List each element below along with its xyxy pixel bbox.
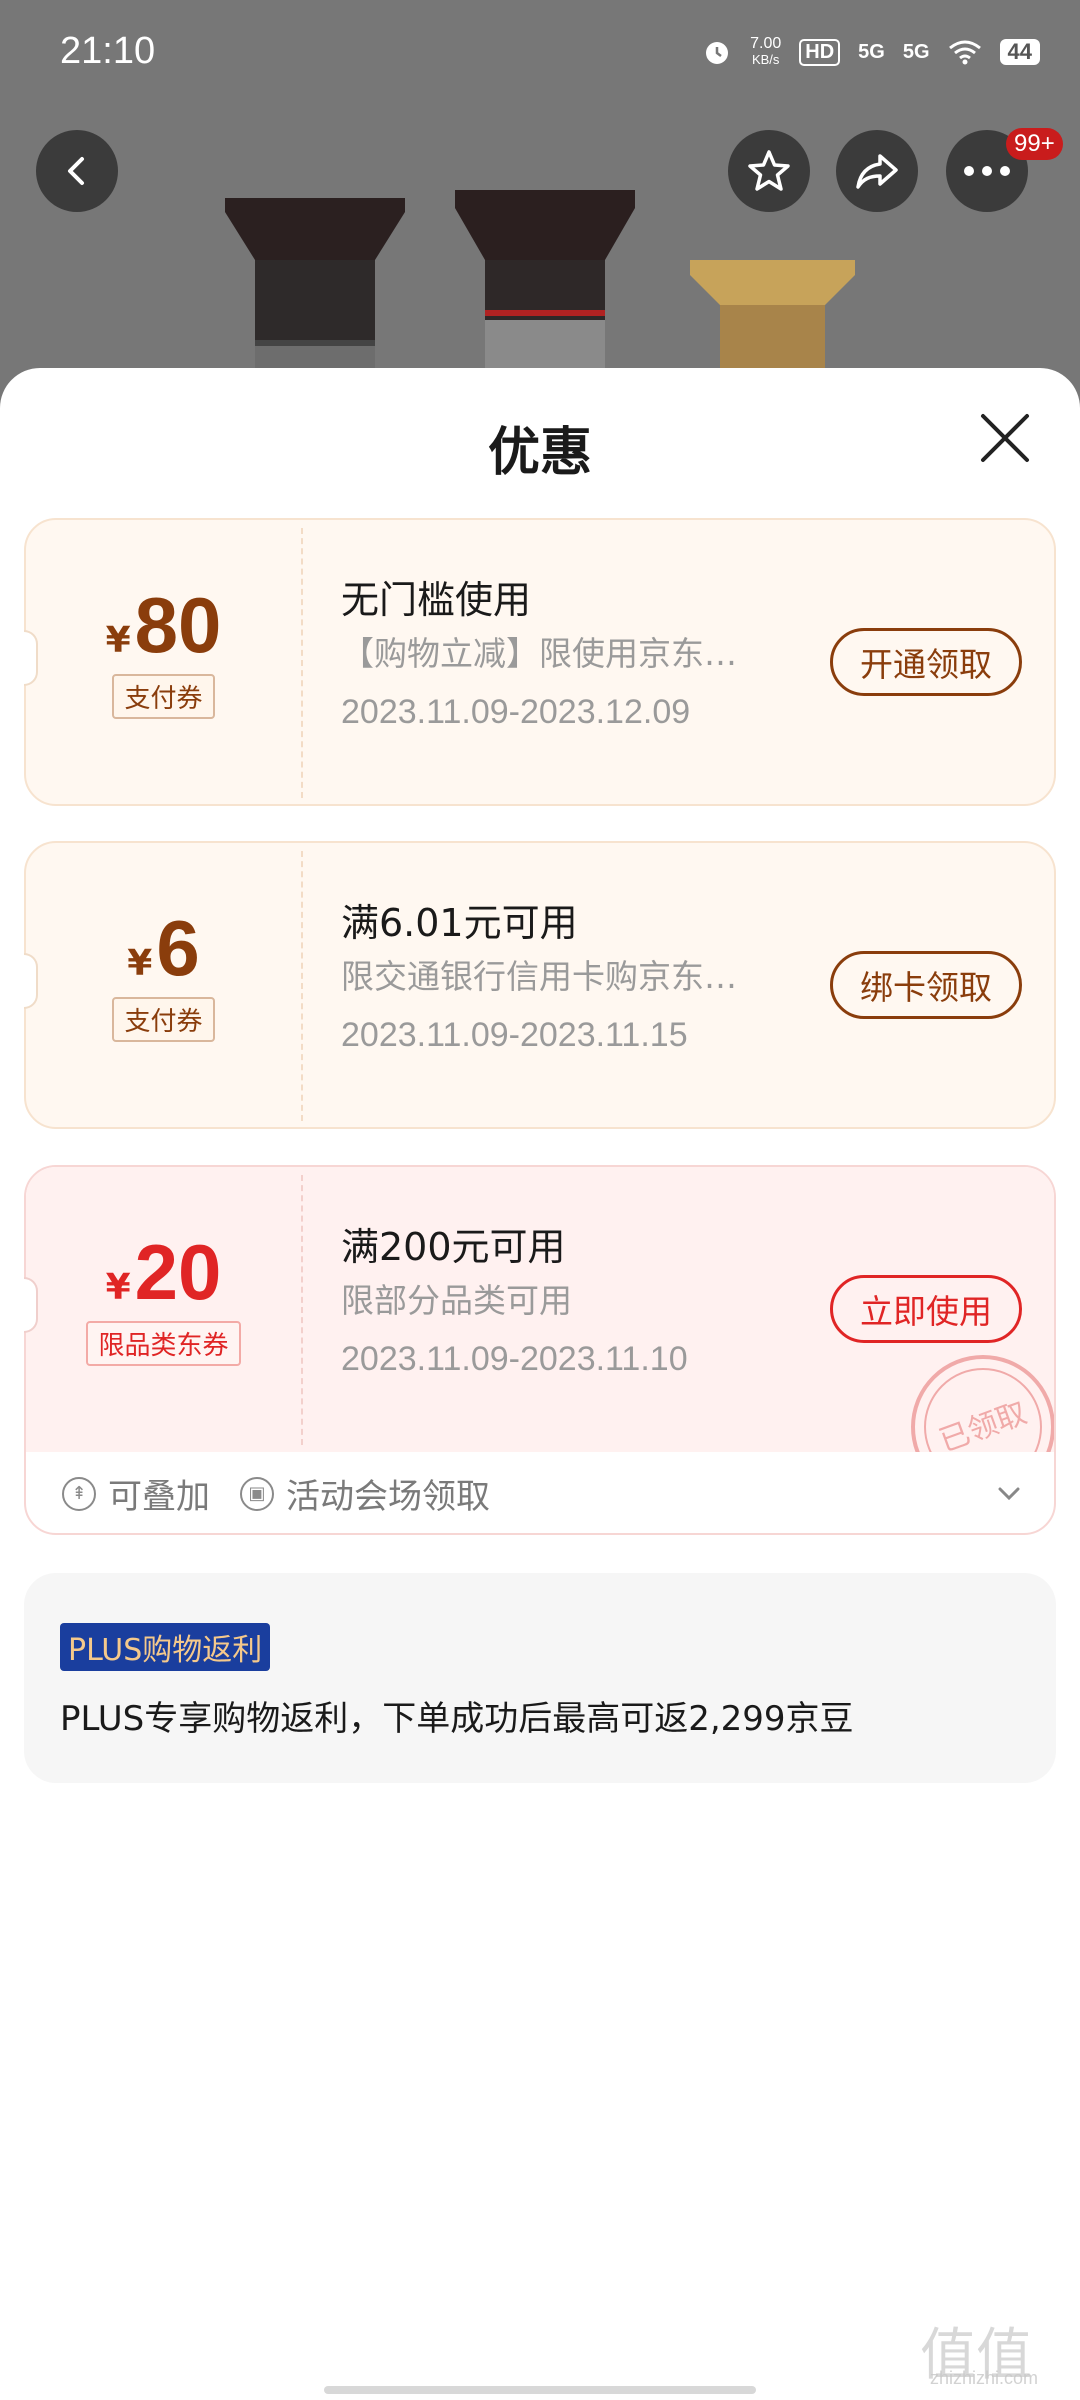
more-icon <box>964 166 1010 176</box>
coupon-amount: ¥ 6 支付券 <box>26 903 301 1042</box>
favorite-button[interactable] <box>728 130 810 212</box>
stack-icon: ⇞ <box>62 1476 96 1511</box>
currency-symbol: ¥ <box>105 620 131 661</box>
battery-icon: 44 <box>999 39 1040 65</box>
coupon-divider <box>301 851 303 1121</box>
back-arrow-icon <box>68 157 84 185</box>
coupon-info: 无门槛使用 【购物立减】限使用京东… 2023.11.09-2023.12.09 <box>341 574 771 742</box>
coupon-desc: 【购物立减】限使用京东… <box>341 634 737 673</box>
coupon-date: 2023.11.09-2023.12.09 <box>341 693 691 731</box>
coupon-type-tag: 支付券 <box>112 674 215 719</box>
coupon-card: ¥ 6 支付券 满6.01元可用 限交通银行信用卡购京东… 2023.11.09… <box>24 841 1056 1129</box>
coupon-date: 2023.11.09-2023.11.10 <box>341 1340 688 1378</box>
feature-label: 可叠加 <box>108 1477 210 1517</box>
feature-label: 活动会场领取 <box>286 1477 490 1517</box>
wifi-icon <box>948 40 981 65</box>
close-icon[interactable] <box>975 408 1035 468</box>
ticket-icon: ▣ <box>240 1476 274 1511</box>
coupon-info: 满200元可用 限部分品类可用 2023.11.09-2023.11.10 <box>341 1221 771 1389</box>
coupon-divider <box>301 528 303 798</box>
chevron-down-icon[interactable] <box>994 1478 1024 1508</box>
star-icon <box>748 150 790 191</box>
coupon-value: 20 <box>134 1228 222 1316</box>
signal-5g-icon-2: 5G <box>902 40 930 63</box>
coupon-features[interactable]: ⇞ 可叠加 ▣ 活动会场领取 <box>26 1452 1054 1535</box>
signal-5g-icon-1: 5G <box>858 40 885 63</box>
coupon-info: 满6.01元可用 限交通银行信用卡购京东… 2023.11.09-2023.11… <box>341 897 771 1065</box>
status-time: 21:10 <box>60 30 156 72</box>
feature-event-venue: ▣ 活动会场领取 <box>240 1469 490 1518</box>
claim-button[interactable]: 开通领取 <box>830 628 1022 696</box>
coupon-desc: 限交通银行信用卡购京东… <box>341 957 737 996</box>
coupon-title: 满200元可用 <box>341 1225 566 1269</box>
coupon-type-tag: 限品类东券 <box>86 1321 241 1366</box>
message-badge: 99+ <box>1006 128 1063 160</box>
home-indicator[interactable] <box>324 2386 756 2394</box>
back-button[interactable] <box>36 130 118 212</box>
coupon-value: 80 <box>134 581 222 669</box>
product-image-area: 21:10 7.00 KB/s HD 5G 5G 44 99+ <box>0 0 1080 420</box>
currency-symbol: ¥ <box>105 1267 131 1308</box>
claimed-stamp: 已领取 <box>911 1355 1054 1452</box>
sheet-title: 优惠 <box>487 423 592 483</box>
coupon-desc: 限部分品类可用 <box>341 1281 572 1320</box>
net-speed: 7.00 KB/s <box>750 36 781 68</box>
status-bar: 21:10 7.00 KB/s HD 5G 5G 44 <box>0 0 1080 110</box>
hd-icon: HD <box>799 38 841 66</box>
alarm-icon <box>706 42 729 64</box>
coupon-card: ¥ 80 支付券 无门槛使用 【购物立减】限使用京东… 2023.11.09-2… <box>24 518 1056 806</box>
coupon-value: 6 <box>156 904 200 992</box>
coupon-date: 2023.11.09-2023.11.15 <box>341 1016 688 1054</box>
coupon-card: 已领取 ¥ 20 限品类东券 满200元可用 限部分品类可用 2023.11.0… <box>24 1165 1056 1535</box>
stamp-text: 已领取 <box>935 1396 1032 1452</box>
coupon-type-tag: 支付券 <box>112 997 215 1042</box>
plus-text: PLUS专享购物返利，下单成功后最高可返2,299京豆 <box>60 1699 854 1739</box>
watermark-site: zhizhizhi.com <box>930 2368 1039 2388</box>
bind-card-button[interactable]: 绑卡领取 <box>830 951 1022 1019</box>
share-button[interactable] <box>836 130 918 212</box>
coupon-title: 满6.01元可用 <box>341 901 578 945</box>
coupon-amount: ¥ 80 支付券 <box>26 580 301 719</box>
net-speed-unit: KB/s <box>751 52 780 67</box>
currency-symbol: ¥ <box>127 943 153 984</box>
coupon-sheet: 优惠 ¥ 80 支付券 无门槛使用 【购物立减】限使用京东… 2023.11.0… <box>0 368 1080 2400</box>
share-icon <box>856 154 898 189</box>
plus-rebate-box: PLUS购物返利 PLUS专享购物返利，下单成功后最高可返2,299京豆 <box>24 1573 1056 1783</box>
plus-tag: PLUS购物返利 <box>60 1623 271 1671</box>
coupon-title: 无门槛使用 <box>341 578 532 622</box>
feature-stackable: ⇞ 可叠加 <box>62 1469 210 1518</box>
coupon-amount: ¥ 20 限品类东券 <box>26 1227 301 1366</box>
status-icons: 7.00 KB/s HD 5G 5G 44 <box>702 36 1040 68</box>
coupon-divider <box>301 1175 303 1445</box>
net-speed-value: 7.00 <box>750 35 782 52</box>
use-now-button[interactable]: 立即使用 <box>830 1275 1022 1343</box>
